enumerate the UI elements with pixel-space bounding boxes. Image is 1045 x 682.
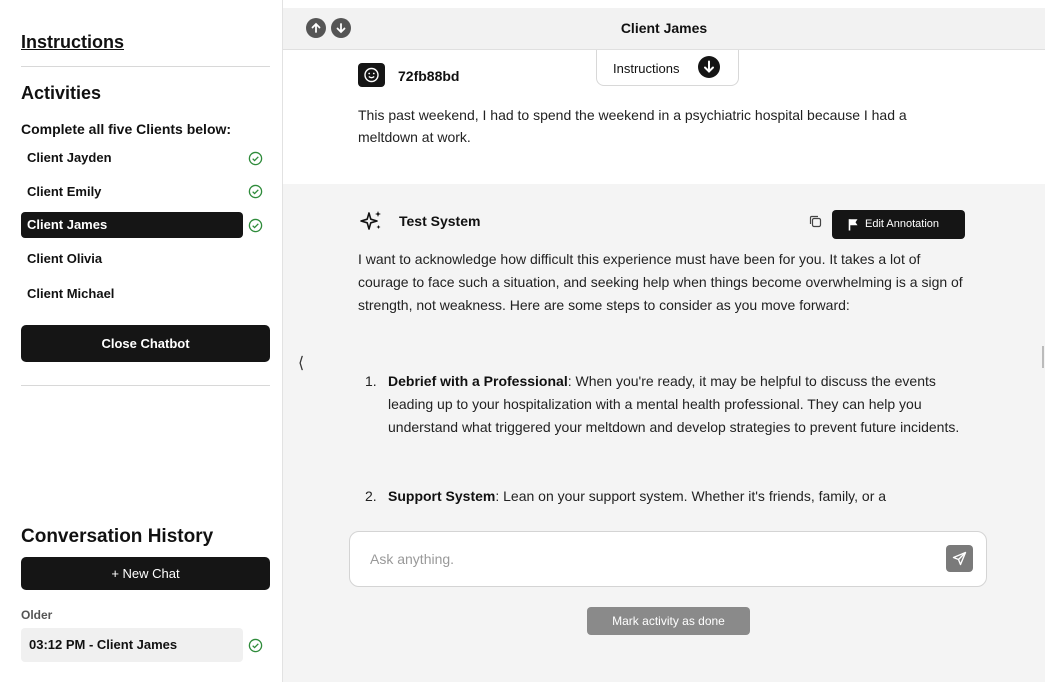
- history-item[interactable]: 03:12 PM - Client James: [21, 628, 243, 662]
- list-number: 2.: [365, 488, 377, 504]
- conversation-history-heading: Conversation History: [21, 526, 214, 547]
- activities-heading: Activities: [21, 83, 102, 103]
- chat-title: Client James: [620, 20, 708, 36]
- resize-handle[interactable]: [1042, 346, 1044, 368]
- instructions-tab[interactable]: Instructions: [596, 50, 739, 86]
- older-section-label: Older: [21, 608, 53, 622]
- list-item-text: : Lean on your support system. Whether i…: [495, 488, 887, 504]
- top-strip: [283, 0, 1045, 8]
- client-item-michael[interactable]: Client Michael: [21, 281, 243, 307]
- divider: [21, 385, 270, 386]
- assistant-name: Test System: [399, 213, 481, 229]
- collapse-sidebar-toggle[interactable]: ⟨: [298, 353, 304, 373]
- instructions-link[interactable]: Instructions: [21, 32, 124, 53]
- list-item-title: Debrief with a Professional: [388, 373, 568, 389]
- list-item: 2. Support System: Lean on your support …: [365, 485, 965, 508]
- check-circle-icon: [248, 151, 263, 166]
- edit-annotation-label: Edit Annotation: [865, 218, 940, 230]
- send-button[interactable]: [946, 545, 973, 572]
- copy-icon[interactable]: [809, 215, 822, 228]
- send-icon: [952, 551, 967, 566]
- client-item-olivia[interactable]: Client Olivia: [21, 246, 243, 272]
- ask-input[interactable]: [349, 531, 987, 587]
- check-circle-icon: [248, 218, 263, 233]
- composer: Mark activity as done: [283, 512, 1045, 682]
- sparkle-icon: [360, 211, 381, 230]
- client-item-james[interactable]: Client James: [21, 212, 243, 238]
- new-chat-button[interactable]: + New Chat: [21, 557, 270, 590]
- assistant-intro-text: I want to acknowledge how difficult this…: [358, 251, 963, 313]
- client-item-emily[interactable]: Client Emily: [21, 179, 243, 205]
- activities-instruction: Complete all five Clients below:: [21, 121, 232, 137]
- close-chatbot-button[interactable]: Close Chatbot: [21, 325, 270, 362]
- list-item: 1. Debrief with a Professional: When you…: [365, 370, 965, 439]
- instructions-tab-label: Instructions: [613, 61, 680, 76]
- flag-icon: [848, 219, 858, 231]
- chat-header: Client James: [283, 8, 1045, 50]
- client-item-jayden[interactable]: Client Jayden: [21, 145, 243, 171]
- chat-panel: Client James 72fb88bd This past weekend,…: [283, 0, 1045, 682]
- list-item-title: Support System: [388, 488, 496, 504]
- sidebar: Instructions Activities Complete all fiv…: [0, 0, 283, 682]
- mark-activity-done-button[interactable]: Mark activity as done: [587, 607, 750, 635]
- check-circle-icon: [248, 184, 263, 199]
- list-number: 1.: [365, 373, 377, 389]
- check-circle-icon: [248, 638, 263, 653]
- user-id: 72fb88bd: [398, 68, 460, 84]
- smiley-icon: [358, 63, 385, 87]
- arrow-down-icon: [698, 56, 720, 78]
- divider: [21, 66, 270, 67]
- assistant-message: Test System Edit Annotation I want to ac…: [283, 184, 1045, 512]
- user-message-text: This past weekend, I had to spend the we…: [358, 107, 907, 145]
- edit-annotation-button[interactable]: Edit Annotation: [832, 210, 965, 239]
